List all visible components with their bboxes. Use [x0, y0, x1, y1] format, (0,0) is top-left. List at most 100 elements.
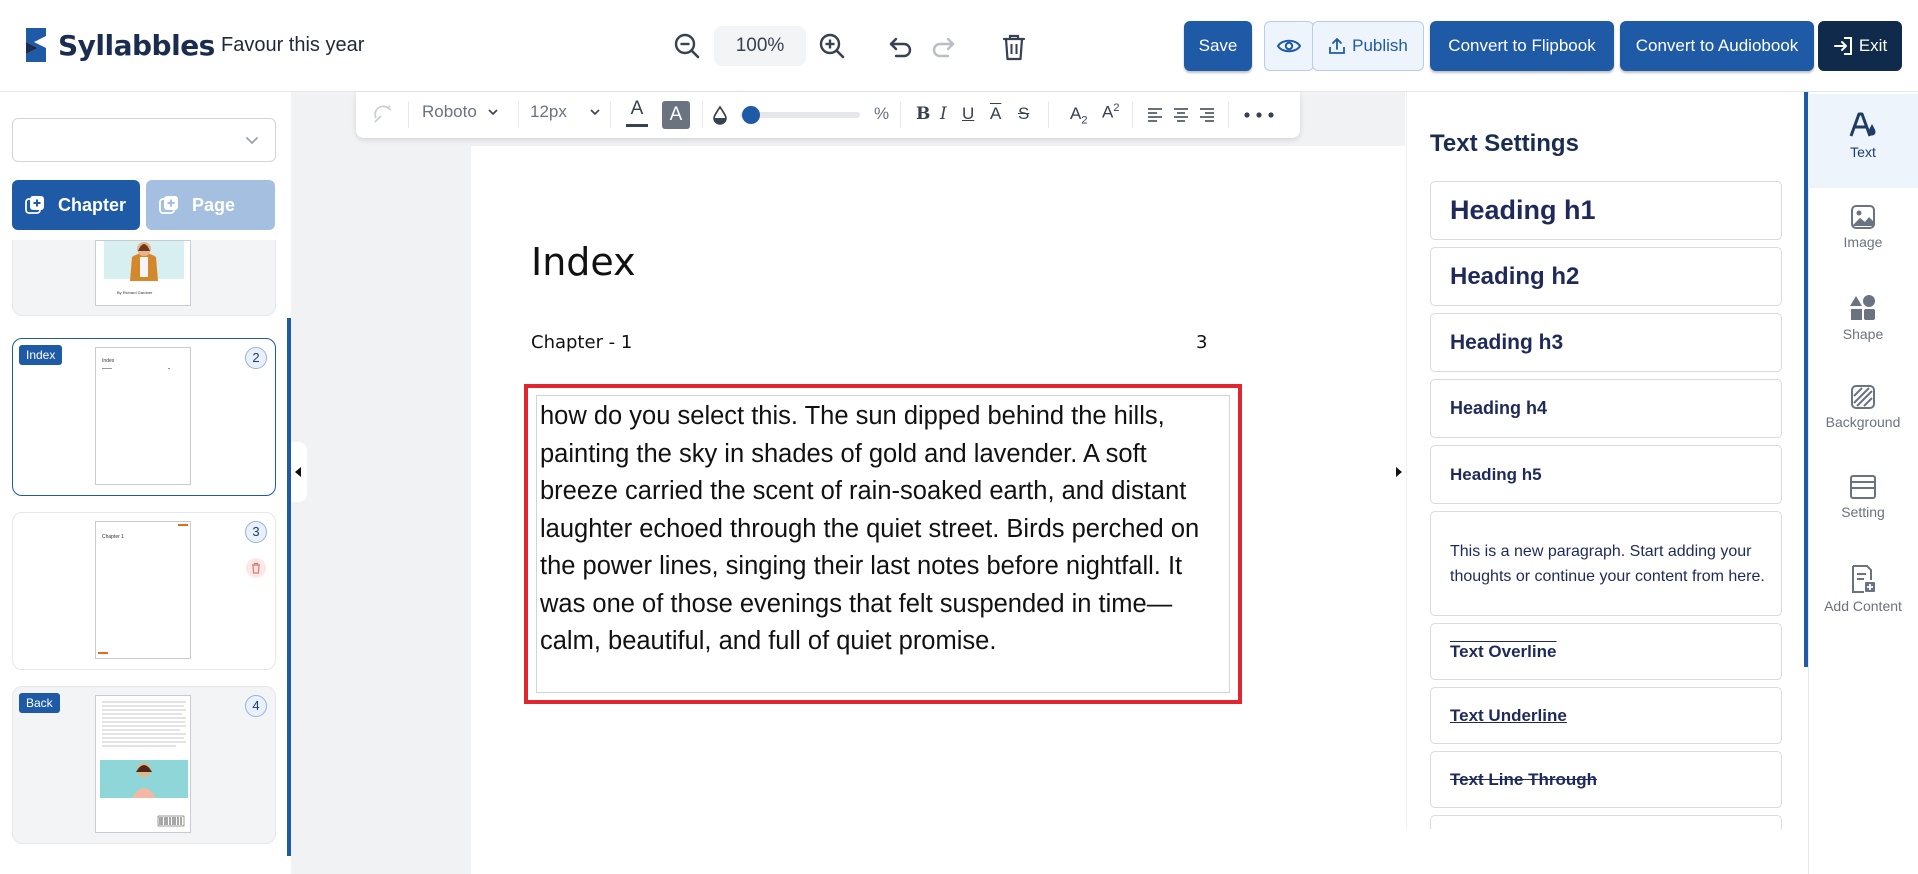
exit-button[interactable]: Exit — [1818, 21, 1902, 71]
chapter-page-preview: Chapter 1 — [95, 521, 191, 659]
cover-preview — [95, 240, 191, 306]
text-tool-icon — [1849, 112, 1876, 137]
preset-partial-item[interactable] — [1430, 815, 1782, 829]
preset-paragraph[interactable]: This is a new paragraph. Start adding yo… — [1430, 511, 1782, 616]
page-heading[interactable]: Index — [531, 240, 636, 284]
image-tool-icon — [1851, 205, 1875, 229]
delete-icon[interactable] — [1000, 32, 1028, 62]
preset-text-underline[interactable]: Text Underline — [1430, 687, 1782, 744]
selected-text-box[interactable]: how do you select this. The sun dipped b… — [524, 384, 1242, 704]
italic-button[interactable]: I — [940, 104, 947, 124]
more-options-icon[interactable] — [1244, 112, 1274, 118]
bold-button[interactable]: B — [916, 104, 930, 124]
convert-flipbook-button[interactable]: Convert to Flipbook — [1430, 21, 1614, 71]
strikethrough-button[interactable]: S — [1018, 104, 1029, 124]
add-page-label: Page — [192, 194, 236, 215]
opacity-icon — [713, 105, 727, 125]
page-select-dropdown[interactable] — [12, 118, 276, 162]
rail-setting-label: Setting — [1841, 504, 1885, 520]
add-chapter-label: Chapter — [58, 194, 127, 215]
zoom-in-icon[interactable] — [818, 32, 846, 60]
logo-icon — [26, 28, 46, 62]
back-page-preview — [95, 695, 191, 833]
align-left-icon[interactable] — [1146, 106, 1164, 124]
setting-tool-icon — [1850, 475, 1876, 499]
background-tool-icon — [1851, 385, 1875, 409]
text-color-button[interactable]: A — [626, 98, 648, 130]
exit-label: Exit — [1858, 36, 1888, 55]
opacity-percent: % — [874, 104, 890, 123]
preview-button[interactable] — [1264, 21, 1314, 71]
brand-name: Syllabbles — [58, 28, 215, 62]
add-page-icon — [159, 196, 178, 214]
thumb-tag-back: Back — [19, 693, 60, 713]
toc-entry-label[interactable]: Chapter - 1 — [531, 332, 632, 353]
redo-icon[interactable] — [929, 33, 957, 61]
preset-text-overline[interactable]: Text Overline — [1430, 623, 1782, 680]
rail-background-label: Background — [1825, 414, 1901, 430]
rail-add-content-tab[interactable]: Add Content — [1808, 556, 1918, 636]
zoom-out-icon[interactable] — [673, 32, 701, 60]
underline-button[interactable]: U — [962, 104, 974, 124]
preset-heading-h2[interactable]: Heading h2 — [1430, 247, 1782, 306]
delete-page-icon[interactable] — [245, 557, 267, 579]
document-title[interactable]: Favour this year — [221, 34, 364, 57]
add-page-button[interactable]: Page — [146, 180, 275, 230]
preset-heading-h4[interactable]: Heading h4 — [1430, 379, 1782, 438]
text-highlight-button[interactable]: A — [662, 101, 690, 129]
rail-image-tab[interactable]: Image — [1808, 196, 1918, 276]
thumb-number: 4 — [245, 695, 267, 717]
preset-heading-h5[interactable]: Heading h5 — [1430, 445, 1782, 504]
cover-illustration — [104, 241, 184, 281]
exit-icon — [1833, 37, 1852, 55]
chevron-down-icon — [246, 137, 258, 145]
page-thumbnail-index[interactable]: Index Index 2 — [12, 338, 276, 496]
rail-text-tab[interactable]: Text — [1808, 94, 1918, 188]
add-chapter-button[interactable]: Chapter — [12, 180, 140, 230]
text-highlight-letter: A — [669, 104, 683, 125]
convert-audiobook-button[interactable]: Convert to Audiobook — [1620, 21, 1814, 71]
rail-shape-tab[interactable]: Shape — [1808, 286, 1918, 366]
align-right-icon[interactable] — [1198, 106, 1216, 124]
preset-heading-h1[interactable]: Heading h1 — [1430, 181, 1782, 240]
font-family-select[interactable]: Roboto — [422, 102, 499, 122]
page-thumbnail-cover[interactable]: By Richard Gardner — [12, 240, 276, 316]
subscript-button[interactable]: A2 — [1070, 104, 1087, 126]
cover-caption: By Richard Gardner — [117, 290, 153, 295]
opacity-slider-handle[interactable] — [742, 106, 760, 124]
add-content-icon — [1852, 565, 1875, 593]
caret-left-icon — [295, 467, 301, 477]
settings-panel-footer — [1406, 829, 1806, 874]
overline-button[interactable]: A — [990, 104, 1001, 124]
pages-sidebar: Chapter Page By Richard Gardner Index In… — [0, 92, 290, 874]
rail-text-label: Text — [1850, 144, 1876, 160]
undo-icon[interactable] — [887, 33, 915, 61]
preset-text-line-through[interactable]: Text Line Through — [1430, 751, 1782, 808]
format-painter-icon[interactable] — [372, 104, 394, 126]
eye-icon — [1277, 39, 1301, 53]
publish-button[interactable]: Publish — [1312, 21, 1424, 71]
font-size-select[interactable]: 12px — [530, 102, 601, 122]
toc-entry-page[interactable]: 3 — [1196, 332, 1207, 353]
add-chapter-icon — [25, 196, 44, 214]
page-thumbnail-back[interactable]: Back 4 — [12, 686, 276, 844]
preset-heading-h3[interactable]: Heading h3 — [1430, 313, 1782, 372]
collapse-right-panel-button[interactable] — [1390, 442, 1406, 502]
shape-tool-icon — [1850, 295, 1875, 320]
app-header: Syllabbles Favour this year 100% Save Pu… — [0, 0, 1918, 92]
zoom-level[interactable]: 100% — [714, 26, 806, 66]
align-center-icon[interactable] — [1172, 106, 1190, 124]
brand-logo[interactable]: Syllabbles — [20, 24, 215, 66]
rail-shape-label: Shape — [1842, 326, 1884, 342]
save-button[interactable]: Save — [1184, 21, 1252, 71]
format-toolbar: Roboto 12px A A % B I U A S A2 A2 — [356, 92, 1300, 138]
rail-background-tab[interactable]: Background — [1808, 376, 1918, 456]
rail-setting-tab[interactable]: Setting — [1808, 466, 1918, 546]
collapse-left-panel-button[interactable] — [291, 442, 307, 502]
caret-right-icon — [1396, 467, 1402, 477]
rail-add-content-label: Add Content — [1824, 598, 1902, 614]
superscript-button[interactable]: A2 — [1102, 102, 1119, 123]
text-box-content[interactable]: how do you select this. The sun dipped b… — [540, 398, 1230, 661]
page-thumbnail-chapter-1[interactable]: Chapter 1 3 — [12, 512, 276, 670]
publish-label: Publish — [1352, 36, 1408, 55]
